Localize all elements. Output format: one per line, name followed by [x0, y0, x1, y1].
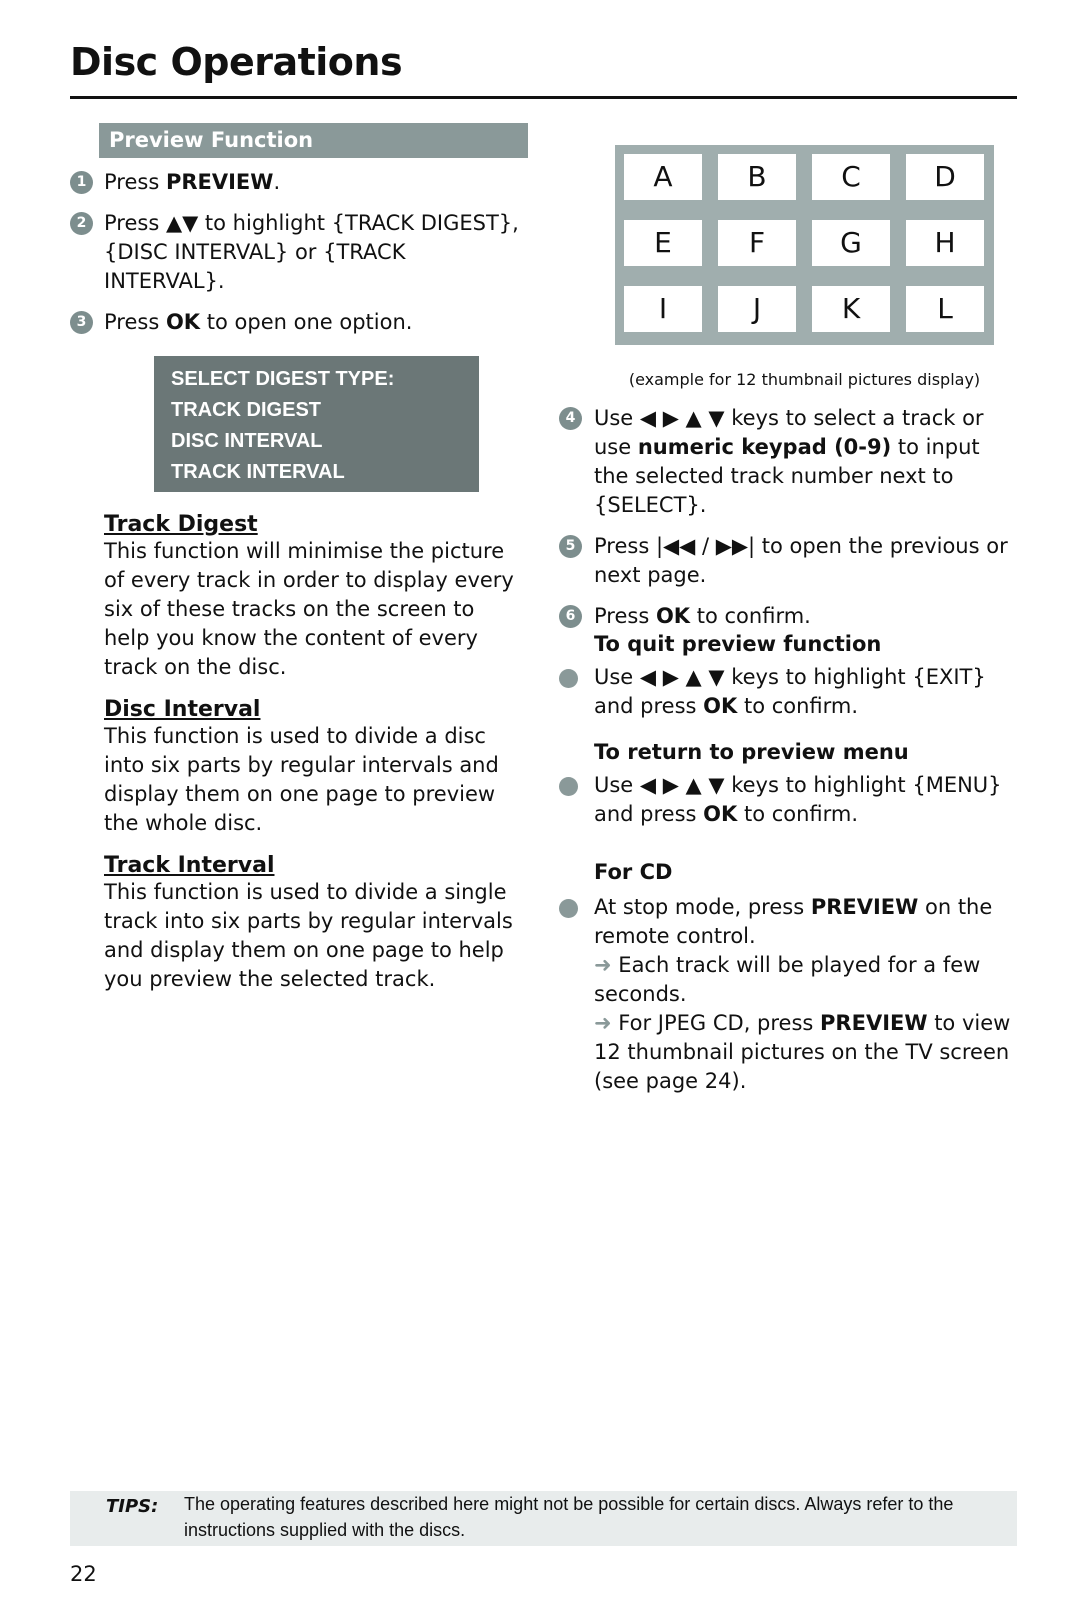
- key-label: PREVIEW: [820, 1011, 928, 1035]
- for-cd-block: For CD At stop mode, press PREVIEW on th…: [559, 858, 1019, 1096]
- step-5: 5 Press |◀◀ / ▶▶| to open the previous o…: [559, 532, 1019, 590]
- description-track-interval: Track Interval This function is used to …: [104, 853, 524, 994]
- subheading: Track Interval: [104, 853, 275, 878]
- section-heading: Preview Function: [99, 123, 528, 158]
- paragraph: This function will minimise the picture …: [104, 539, 514, 679]
- digest-type-menu: SELECT DIGEST TYPE: TRACK DIGEST DISC IN…: [154, 356, 479, 492]
- quit-preview-block: To quit preview function Use ◀ ▶ ▲ ▼ key…: [559, 630, 1019, 721]
- step-1: 1 Press PREVIEW.: [70, 168, 530, 197]
- thumbnail-cell-e: E: [624, 220, 702, 266]
- bullet-icon: [559, 899, 578, 918]
- tips-text: The operating features described here mi…: [184, 1494, 954, 1540]
- thumbnail-cell-j: J: [718, 286, 796, 332]
- step-text: Press ▲▼ to highlight {TRACK DIGEST}, {D…: [104, 211, 519, 293]
- thumbnail-grid: ABCD EFGH IJKL: [615, 145, 994, 345]
- bullet-item: Use ◀ ▶ ▲ ▼ keys to highlight {EXIT} and…: [559, 663, 1019, 721]
- subheading: For CD: [594, 860, 673, 884]
- step-text: to open one option.: [200, 310, 413, 334]
- subheading: Track Digest: [104, 512, 258, 537]
- menu-item-disc-interval: DISC INTERVAL: [171, 430, 323, 452]
- bullet-text: At stop mode, press: [594, 895, 811, 919]
- thumbnail-cell-k: K: [812, 286, 890, 332]
- step-text: to confirm.: [690, 604, 811, 628]
- step-2: 2 Press ▲▼ to highlight {TRACK DIGEST}, …: [70, 209, 524, 296]
- arrow-right-icon: ➜: [594, 1011, 612, 1035]
- subheading: To quit preview function: [594, 632, 882, 656]
- step-text: Press: [594, 604, 656, 628]
- arrow-right-icon: ➜: [594, 953, 612, 977]
- thumbnail-cell-l: L: [906, 286, 984, 332]
- bullet-text: to confirm.: [737, 802, 859, 826]
- step-4: 4 Use ◀ ▶ ▲ ▼ keys to select a track or …: [559, 404, 1019, 520]
- key-label: OK: [655, 604, 691, 628]
- key-label: OK: [703, 802, 738, 826]
- step-text: Press: [104, 170, 166, 194]
- key-label: OK: [165, 310, 201, 334]
- thumbnail-cell-a: A: [624, 154, 702, 200]
- bullet-item: Use ◀ ▶ ▲ ▼ keys to highlight {MENU} and…: [559, 771, 1019, 829]
- bullet-icon: [559, 669, 578, 688]
- step-text: .: [273, 170, 281, 194]
- menu-item-track-interval: TRACK INTERVAL: [171, 461, 345, 483]
- page-number: 22: [70, 1562, 97, 1586]
- steps-left: 1 Press PREVIEW. 2 Press ▲▼ to highlight…: [70, 168, 530, 337]
- key-label: PREVIEW: [165, 170, 274, 194]
- description-disc-interval: Disc Interval This function is used to d…: [104, 697, 524, 838]
- step-number-badge: 6: [559, 605, 582, 628]
- thumbnail-cell-f: F: [718, 220, 796, 266]
- thumbnail-cell-g: G: [812, 220, 890, 266]
- result-note: For JPEG CD, press: [618, 1011, 821, 1035]
- paragraph: This function is used to divide a disc i…: [104, 724, 499, 835]
- result-note: Each track will be played for a few seco…: [594, 953, 981, 1006]
- step-number-badge: 4: [559, 407, 582, 430]
- menu-title: SELECT DIGEST TYPE:: [171, 368, 395, 390]
- step-number-badge: 5: [559, 535, 582, 558]
- step-number-badge: 1: [70, 171, 93, 194]
- grid-caption: (example for 12 thumbnail pictures displ…: [628, 370, 981, 389]
- thumbnail-cell-i: I: [624, 286, 702, 332]
- menu-item-track-digest: TRACK DIGEST: [171, 399, 321, 421]
- page-title: Disc Operations: [70, 40, 403, 84]
- step-number-badge: 3: [70, 311, 93, 334]
- subheading: To return to preview menu: [594, 740, 909, 764]
- thumbnail-cell-h: H: [906, 220, 984, 266]
- thumbnail-cell-c: C: [812, 154, 890, 200]
- key-label: PREVIEW: [810, 895, 919, 919]
- step-text: Press: [104, 310, 166, 334]
- step-3: 3 Press OK to open one option.: [70, 308, 530, 337]
- return-menu-block: To return to preview menu Use ◀ ▶ ▲ ▼ ke…: [559, 738, 1019, 829]
- step-text: Press |◀◀ / ▶▶| to open the previous or …: [594, 534, 1008, 587]
- key-label: OK: [703, 694, 738, 718]
- paragraph: This function is used to divide a single…: [104, 880, 513, 991]
- step-number-badge: 2: [70, 212, 93, 235]
- thumbnail-cell-d: D: [906, 154, 984, 200]
- title-divider: [70, 96, 1017, 99]
- thumbnail-cell-b: B: [718, 154, 796, 200]
- bullet-item: At stop mode, press PREVIEW on the remot…: [559, 893, 1019, 1096]
- subheading: Disc Interval: [104, 697, 261, 722]
- tips-label: TIPS:: [106, 1496, 159, 1517]
- bullet-icon: [559, 777, 578, 796]
- step-6: 6 Press OK to confirm.: [559, 602, 1019, 631]
- bullet-text: to confirm.: [737, 694, 859, 718]
- description-track-digest: Track Digest This function will minimise…: [104, 512, 524, 682]
- key-label: numeric keypad (0-9): [637, 435, 892, 459]
- steps-right: 4 Use ◀ ▶ ▲ ▼ keys to select a track or …: [559, 404, 1019, 631]
